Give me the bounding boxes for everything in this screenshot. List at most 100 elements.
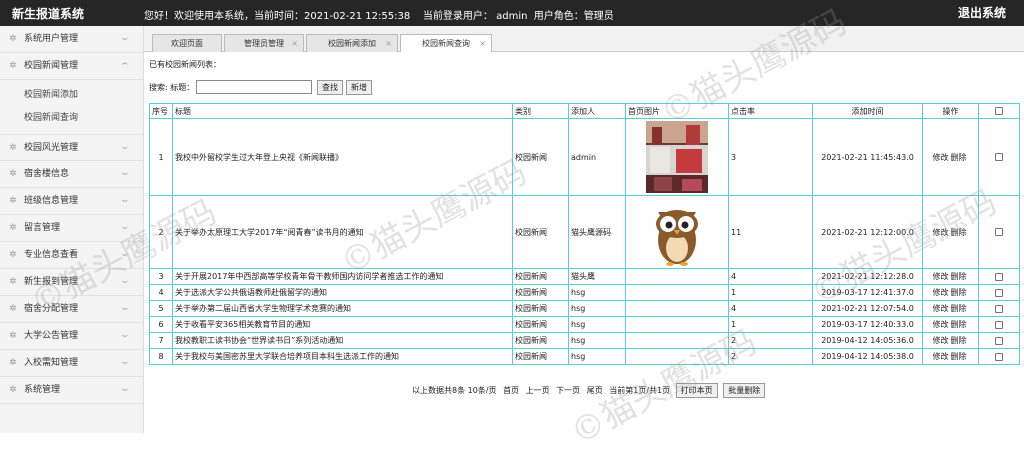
cell-category: 校园新闻 — [512, 348, 569, 365]
edit-link[interactable]: 修改 — [933, 352, 949, 361]
edit-link[interactable]: 修改 — [933, 272, 949, 281]
cell-clicks: 1 — [728, 284, 813, 301]
sidebar-item-dorm-assign[interactable]: ✲ 宿舍分配管理 ⌄ — [0, 296, 143, 323]
sidebar-item-label: 入校需知管理 — [24, 358, 79, 368]
add-button[interactable]: 新增 — [346, 80, 372, 95]
sidebar-item-label: 留言管理 — [24, 223, 61, 233]
news-table: 序号 标题 类别 添加人 首页图片 点击率 添加时间 操作 1 我校中外留校学生… — [149, 103, 1020, 365]
sidebar-item-announcements[interactable]: ✲ 大学公告管理 ⌄ — [0, 323, 143, 350]
row-checkbox[interactable] — [995, 304, 1003, 313]
news-thumbnail-photo[interactable] — [646, 121, 708, 193]
sidebar-subitem-news-add[interactable]: 校园新闻添加 — [0, 84, 143, 107]
edit-link[interactable]: 修改 — [933, 288, 949, 297]
edit-link[interactable]: 修改 — [933, 336, 949, 345]
sidebar-item-class-info[interactable]: ✲ 班级信息管理 ⌄ — [0, 188, 143, 215]
row-checkbox[interactable] — [995, 228, 1003, 236]
cell-select — [978, 284, 1020, 301]
cell-time: 2021-02-21 12:12:00.0 — [812, 195, 923, 269]
cell-category: 校园新闻 — [512, 284, 569, 301]
delete-link[interactable]: 删除 — [951, 288, 967, 297]
select-all-cell — [978, 103, 1020, 119]
gear-icon: ✲ — [9, 358, 17, 368]
row-checkbox[interactable] — [995, 336, 1003, 345]
cell-adder: hsg — [568, 284, 626, 301]
pager-last[interactable]: 尾页 — [587, 386, 603, 395]
sidebar-item-system-management[interactable]: ✲ 系统管理 ⌄ — [0, 377, 143, 404]
delete-link[interactable]: 删除 — [951, 336, 967, 345]
sidebar-item-system-users[interactable]: ✲ 系统用户管理 ⌄ — [0, 26, 143, 53]
row-checkbox[interactable] — [995, 320, 1003, 329]
logout-button[interactable]: 退出系统 — [958, 4, 1006, 21]
sidebar-item-messages[interactable]: ✲ 留言管理 ⌄ — [0, 215, 143, 242]
row-checkbox[interactable] — [995, 352, 1003, 361]
table-header-row: 序号 标题 类别 添加人 首页图片 点击率 添加时间 操作 — [149, 103, 1020, 119]
tab-welcome[interactable]: 欢迎页面 — [152, 34, 222, 52]
cell-title: 关于开展2017年中西部高等学校青年骨干教师国内访问学者推选工作的通知 — [172, 268, 513, 285]
cell-adder: hsg — [568, 348, 626, 365]
table-row: 5 关于举办第二届山西省大学生物理学术竞赛的通知 校园新闻 hsg 4 2021… — [149, 300, 1020, 317]
sidebar-item-campus-scenery[interactable]: ✲ 校园风光管理 ⌄ — [0, 134, 143, 161]
tab-label: 校园新闻查询 — [422, 39, 470, 48]
delete-link[interactable]: 删除 — [951, 153, 967, 162]
sidebar-subitem-news-query[interactable]: 校园新闻查询 — [0, 107, 143, 130]
cell-clicks: 1 — [728, 316, 813, 333]
sidebar-item-dormitory[interactable]: ✲ 宿舍楼信息 ⌄ — [0, 161, 143, 188]
search-button[interactable]: 查找 — [317, 80, 343, 95]
cell-select — [978, 300, 1020, 317]
print-button[interactable]: 打印本页 — [675, 383, 718, 398]
delete-link[interactable]: 删除 — [951, 228, 967, 237]
main-content: 已有校园新闻列表： 搜索: 标题： 查找 新增 序号 标题 类别 添加人 首页图… — [144, 52, 1024, 433]
table-row: 4 关于选派大学公共俄语教师赴俄留学的通知 校园新闻 hsg 1 2019-03… — [149, 284, 1020, 301]
cell-select — [978, 268, 1020, 285]
delete-link[interactable]: 删除 — [951, 272, 967, 281]
table-row: 7 我校教职工读书协会“世界读书日”系列活动通知 校园新闻 hsg 2 2019… — [149, 332, 1020, 349]
chevron-down-icon: ⌄ — [119, 330, 131, 340]
cell-clicks: 3 — [728, 118, 813, 196]
sidebar-item-label: 专业信息查看 — [24, 250, 79, 260]
cell-image — [625, 195, 729, 269]
sidebar-item-campus-news[interactable]: ✲ 校园新闻管理 ⌃ — [0, 53, 143, 80]
edit-link[interactable]: 修改 — [933, 320, 949, 329]
edit-link[interactable]: 修改 — [933, 153, 949, 162]
row-checkbox[interactable] — [995, 272, 1003, 281]
batch-delete-button[interactable]: 批量删除 — [723, 383, 766, 398]
chevron-down-icon: ⌄ — [119, 33, 131, 43]
pager-prev[interactable]: 上一页 — [526, 386, 550, 395]
close-icon[interactable]: × — [291, 35, 298, 52]
welcome-message: 您好！欢迎使用本系统，当前时间：2021-02-21 12:55:38 当前登录… — [144, 11, 614, 22]
list-caption: 已有校园新闻列表： — [149, 60, 221, 69]
chevron-down-icon: ⌄ — [119, 168, 131, 178]
tab-label: 欢迎页面 — [171, 39, 203, 48]
pager-first[interactable]: 首页 — [503, 386, 519, 395]
delete-link[interactable]: 删除 — [951, 304, 967, 313]
row-checkbox[interactable] — [995, 288, 1003, 297]
cell-category: 校园新闻 — [512, 316, 569, 333]
close-icon[interactable]: × — [479, 35, 486, 52]
delete-link[interactable]: 删除 — [951, 320, 967, 329]
pager-next[interactable]: 下一页 — [556, 386, 580, 395]
search-label: 搜索: 标题： — [149, 83, 195, 92]
edit-link[interactable]: 修改 — [933, 228, 949, 237]
edit-link[interactable]: 修改 — [933, 304, 949, 313]
sidebar-item-admission-notes[interactable]: ✲ 入校需知管理 ⌄ — [0, 350, 143, 377]
cell-category: 校园新闻 — [512, 268, 569, 285]
delete-link[interactable]: 删除 — [951, 352, 967, 361]
search-input[interactable] — [196, 80, 312, 94]
tab-admin-management[interactable]: 管理员管理 × — [224, 34, 304, 52]
cell-no: 6 — [149, 316, 173, 333]
news-thumbnail-owl[interactable] — [644, 196, 710, 268]
row-checkbox[interactable] — [995, 153, 1003, 161]
tab-news-add[interactable]: 校园新闻添加 × — [306, 34, 398, 52]
gear-icon: ✲ — [9, 196, 17, 206]
cell-actions: 修改 删除 — [922, 195, 979, 269]
table-row: 3 关于开展2017年中西部高等学校青年骨干教师国内访问学者推选工作的通知 校园… — [149, 268, 1020, 285]
chevron-up-icon: ⌃ — [119, 62, 131, 72]
tab-news-query[interactable]: 校园新闻查询 × — [400, 34, 492, 53]
close-icon[interactable]: × — [385, 35, 392, 52]
gear-icon: ✲ — [9, 304, 17, 314]
select-all-checkbox[interactable] — [995, 107, 1003, 115]
sidebar-item-major-info[interactable]: ✲ 专业信息查看 ⌄ — [0, 242, 143, 269]
cell-image — [625, 316, 729, 333]
cell-title: 我校教职工读书协会“世界读书日”系列活动通知 — [172, 332, 513, 349]
sidebar-item-registration[interactable]: ✲ 新生报到管理 ⌄ — [0, 269, 143, 296]
